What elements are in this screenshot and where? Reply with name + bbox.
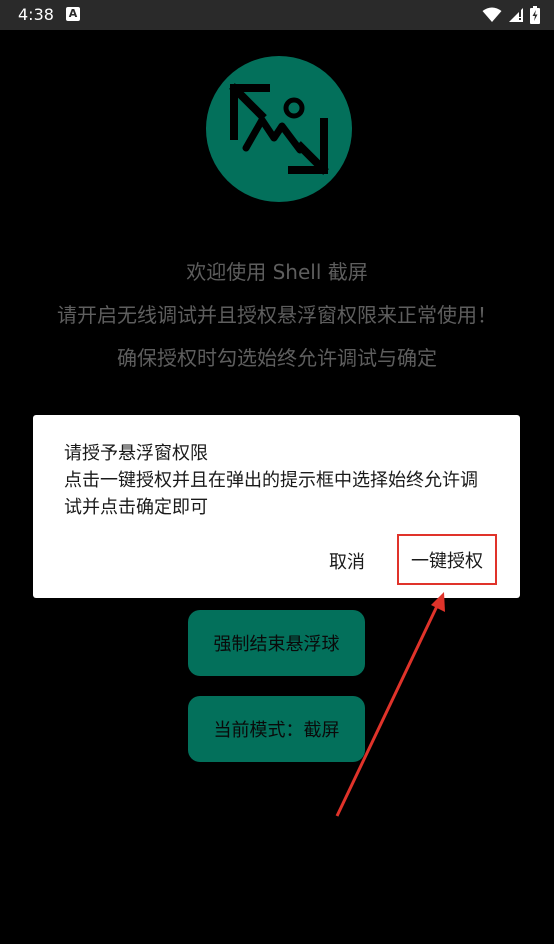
current-mode-button[interactable]: 当前模式：截屏 xyxy=(188,696,365,762)
signal-icon xyxy=(509,8,523,22)
instruction-text: 请开启无线调试并且授权悬浮窗权限来正常使用！ xyxy=(57,303,497,327)
dialog-message: 点击一键授权并且在弹出的提示框中选择始终允许调试并点击确定即可 xyxy=(64,470,478,518)
welcome-text: 欢迎使用 Shell 截屏 xyxy=(186,260,368,284)
status-icons xyxy=(482,5,540,25)
app-logo xyxy=(206,56,352,202)
cancel-button[interactable]: 取消 xyxy=(319,543,375,579)
stop-float-ball-button[interactable]: 强制结束悬浮球 xyxy=(188,610,365,676)
one-click-authorize-button[interactable]: 一键授权 xyxy=(397,534,497,585)
screenshot-logo-icon xyxy=(229,83,329,175)
permission-dialog: 请授予悬浮窗权限 点击一键授权并且在弹出的提示框中选择始终允许调试并点击确定即可… xyxy=(33,415,520,598)
screen: 4:38 A 欢迎使用 Shell 截屏 请开启无线调试并且授权悬浮窗权限来正常… xyxy=(0,0,554,944)
status-bar: 4:38 A xyxy=(0,0,554,30)
wifi-icon xyxy=(482,7,502,22)
notification-icon: A xyxy=(66,7,80,21)
hint-text: 确保授权时勾选始终允许调试与确定 xyxy=(117,346,437,370)
status-time: 4:38 xyxy=(18,5,54,24)
dialog-title: 请授予悬浮窗权限 xyxy=(64,443,208,464)
battery-icon xyxy=(530,6,540,24)
